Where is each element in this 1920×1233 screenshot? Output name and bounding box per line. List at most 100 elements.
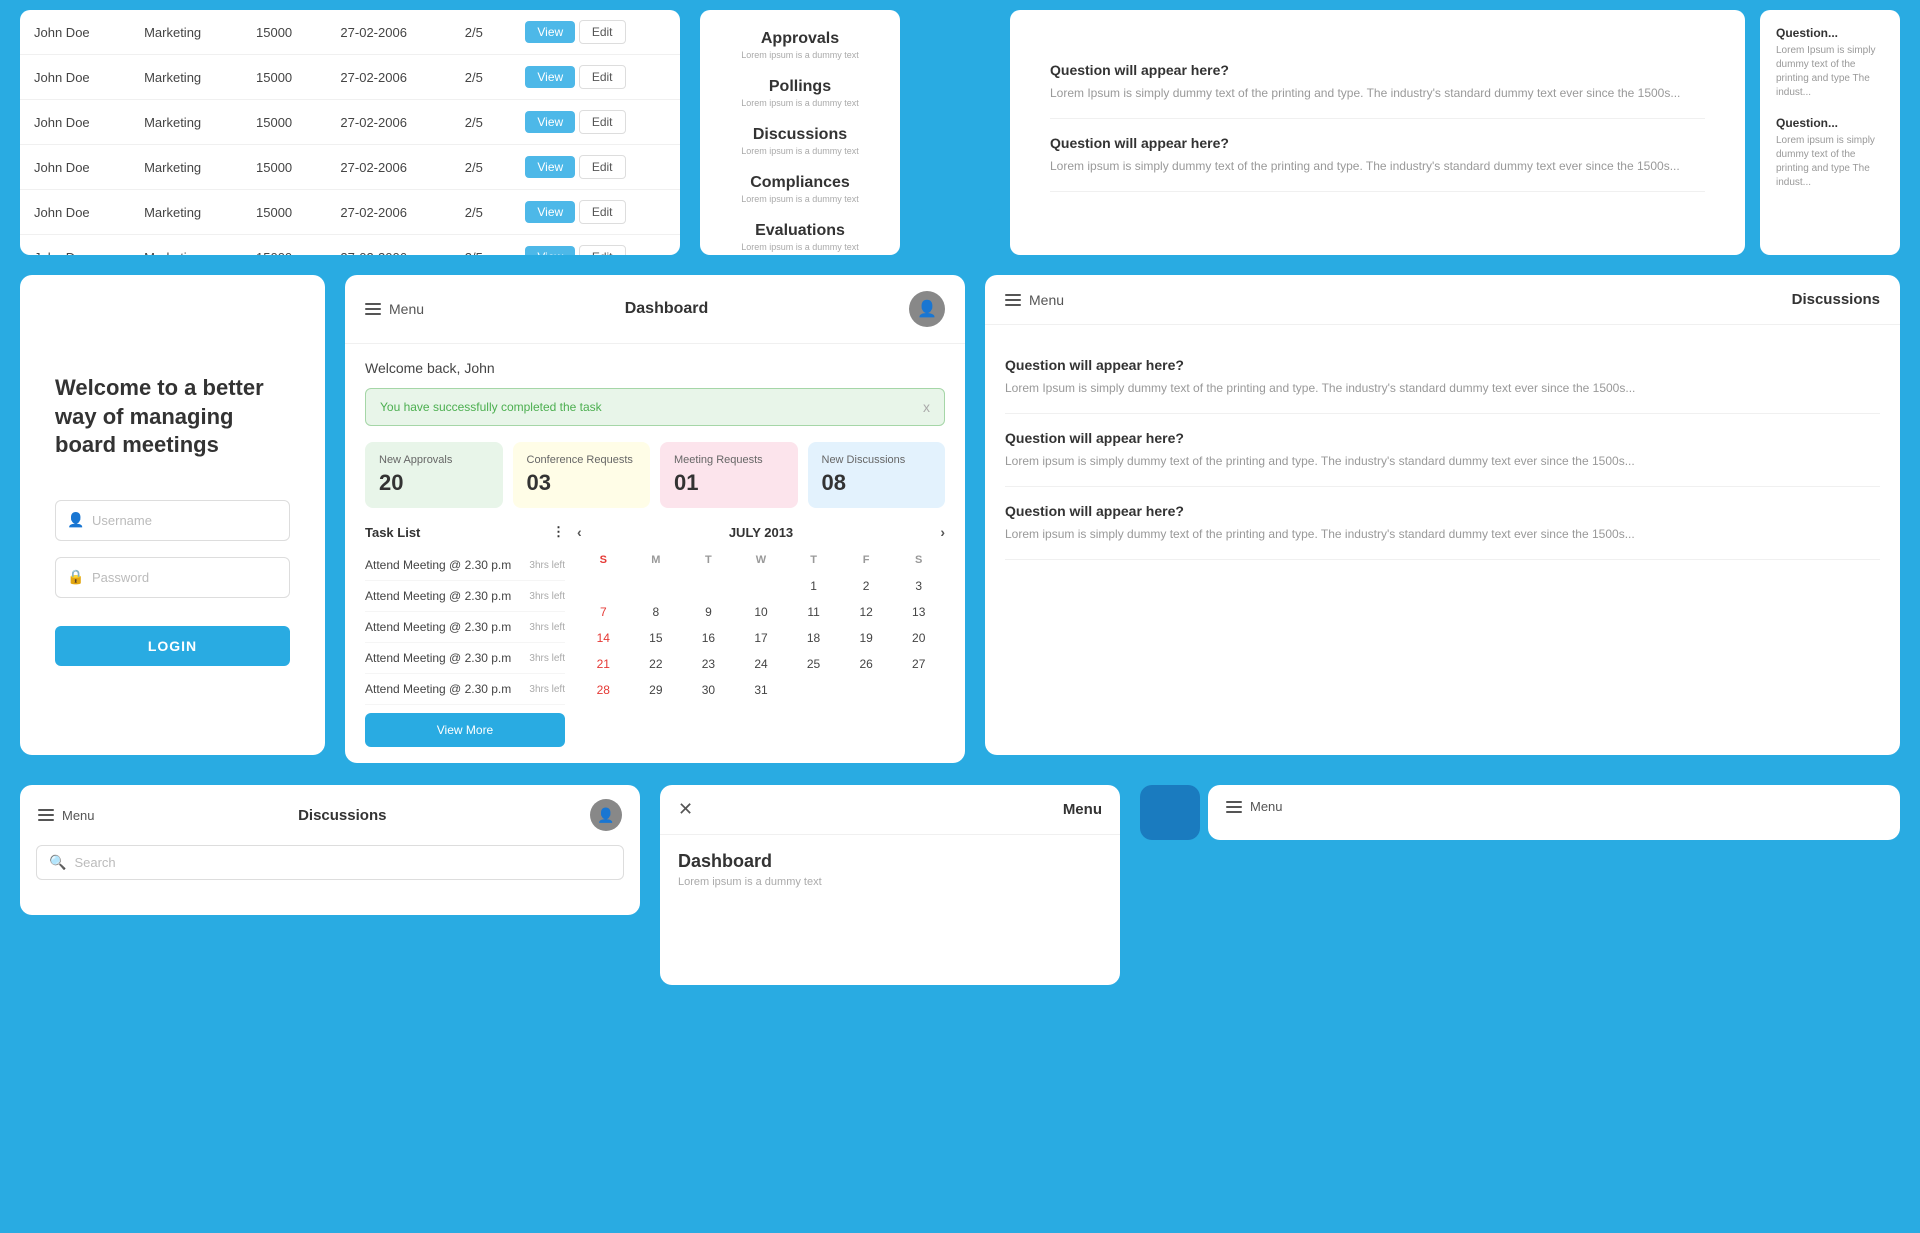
calendar-day-headers: S M T W T F S <box>577 550 945 570</box>
cal-day-31[interactable]: 31 <box>735 678 788 702</box>
menu-item-evaluations[interactable]: Evaluations Lorem ipsum is a dummy text <box>720 222 880 252</box>
cal-day-10[interactable]: 10 <box>735 600 788 624</box>
edit-button[interactable]: Edit <box>579 245 626 255</box>
edit-button[interactable]: Edit <box>579 65 626 89</box>
edit-button[interactable]: Edit <box>579 200 626 224</box>
cal-day-23[interactable]: 23 <box>682 652 735 676</box>
cal-day-17[interactable]: 17 <box>735 626 788 650</box>
view-button[interactable]: View <box>525 66 575 88</box>
cal-day-8[interactable]: 8 <box>630 600 683 624</box>
cal-next-arrow[interactable]: › <box>940 524 945 540</box>
task-cal-row: Task List ⋮ Attend Meeting @ 2.30 p.m 3h… <box>365 524 945 747</box>
stat-discussions-value: 08 <box>822 470 932 496</box>
cell-actions: View Edit <box>511 190 680 235</box>
stat-conference: Conference Requests 03 <box>513 442 651 508</box>
bc3-header: Menu <box>1226 799 1882 814</box>
cal-day-21[interactable]: 21 <box>577 652 630 676</box>
view-more-button[interactable]: View More <box>365 713 565 747</box>
bc2-sub: Lorem ipsum is a dummy text <box>678 876 1102 888</box>
cal-day-22[interactable]: 22 <box>630 652 683 676</box>
bc3-menu[interactable]: Menu <box>1226 799 1283 814</box>
stat-conference-value: 03 <box>527 470 637 496</box>
cal-day-12[interactable]: 12 <box>840 600 893 624</box>
cell-ratio: 2/5 <box>451 190 512 235</box>
cal-prev-arrow[interactable]: ‹ <box>577 524 582 540</box>
edit-button[interactable]: Edit <box>579 155 626 179</box>
cal-day-7[interactable]: 7 <box>577 600 630 624</box>
disc-item-1: Question will appear here? Lorem Ipsum i… <box>1005 341 1880 414</box>
cal-day-18[interactable]: 18 <box>787 626 840 650</box>
table-row: John Doe Marketing 15000 27-02-2006 2/5 … <box>20 145 680 190</box>
task-list-title: Task List <box>365 525 420 540</box>
day-tue: T <box>682 550 735 570</box>
cal-day-24[interactable]: 24 <box>735 652 788 676</box>
bc1-hamburger-icon[interactable] <box>38 809 54 821</box>
bc1-menu[interactable]: Menu <box>38 808 95 823</box>
cal-day-25[interactable]: 25 <box>787 652 840 676</box>
password-input[interactable] <box>55 557 290 598</box>
stat-discussions: New Discussions 08 <box>808 442 946 508</box>
bc3-hamburger-icon[interactable] <box>1226 801 1242 813</box>
task-menu-icon[interactable]: ⋮ <box>552 524 565 540</box>
discussions-body: Question will appear here? Lorem Ipsum i… <box>985 325 1900 576</box>
view-button[interactable]: View <box>525 21 575 43</box>
cal-day-30[interactable]: 30 <box>682 678 735 702</box>
view-button[interactable]: View <box>525 111 575 133</box>
cal-day-14[interactable]: 14 <box>577 626 630 650</box>
cal-day-26[interactable]: 26 <box>840 652 893 676</box>
login-button[interactable]: LOGIN <box>55 626 290 666</box>
cal-day-28[interactable]: 28 <box>577 678 630 702</box>
cal-day-15[interactable]: 15 <box>630 626 683 650</box>
bc3-white-card: Menu <box>1208 785 1900 840</box>
view-button[interactable]: View <box>525 156 575 178</box>
table-row: John Doe Marketing 15000 27-02-2006 2/5 … <box>20 10 680 55</box>
dashboard-header: Menu Dashboard 👤 <box>345 275 965 344</box>
task-name: Attend Meeting @ 2.30 p.m <box>365 682 511 696</box>
cal-day-16[interactable]: 16 <box>682 626 735 650</box>
table-row: John Doe Marketing 15000 27-02-2006 2/5 … <box>20 190 680 235</box>
cal-day-20[interactable]: 20 <box>892 626 945 650</box>
cal-date-3-outline: 3 <box>894 579 943 593</box>
edit-button[interactable]: Edit <box>579 110 626 134</box>
cal-day-1[interactable]: 1 <box>787 574 840 598</box>
search-input[interactable] <box>74 855 611 870</box>
task-list-section: Task List ⋮ Attend Meeting @ 2.30 p.m 3h… <box>365 524 565 747</box>
user-avatar: 👤 <box>909 291 945 327</box>
task-time: 3hrs left <box>529 560 565 571</box>
menu-item-discussions[interactable]: Discussions Lorem ipsum is a dummy text <box>720 126 880 156</box>
bc2-title: Menu <box>1063 801 1102 818</box>
cal-day-27[interactable]: 27 <box>892 652 945 676</box>
hamburger-icon[interactable] <box>365 303 381 315</box>
task-item: Attend Meeting @ 2.30 p.m 3hrs left <box>365 550 565 581</box>
view-button[interactable]: View <box>525 246 575 255</box>
disc-menu[interactable]: Menu <box>1005 292 1064 308</box>
menu-item-approvals[interactable]: Approvals Lorem ipsum is a dummy text <box>720 30 880 60</box>
cell-name: John Doe <box>20 100 130 145</box>
view-button[interactable]: View <box>525 201 575 223</box>
cell-salary: 15000 <box>242 55 326 100</box>
cell-salary: 15000 <box>242 190 326 235</box>
close-banner-button[interactable]: x <box>923 399 930 415</box>
close-button[interactable]: ✕ <box>678 799 693 820</box>
bc1-title: Discussions <box>298 807 386 824</box>
cal-day-3[interactable]: 3 <box>892 574 945 598</box>
mid-section: Welcome to a better way of managing boar… <box>0 265 1920 775</box>
disc-hamburger-icon[interactable] <box>1005 294 1021 306</box>
dashboard-menu[interactable]: Menu <box>365 301 424 317</box>
search-bar[interactable]: 🔍 <box>36 845 624 880</box>
username-input[interactable] <box>55 500 290 541</box>
cell-name: John Doe <box>20 145 130 190</box>
cal-day-13[interactable]: 13 <box>892 600 945 624</box>
cal-day-2[interactable]: 2 <box>840 574 893 598</box>
cal-day-19[interactable]: 19 <box>840 626 893 650</box>
menu-item-pollings[interactable]: Pollings Lorem ipsum is a dummy text <box>720 78 880 108</box>
day-wed: W <box>735 550 788 570</box>
day-mon: M <box>630 550 683 570</box>
menu-item-compliances[interactable]: Compliances Lorem ipsum is a dummy text <box>720 174 880 204</box>
cal-day-9[interactable]: 9 <box>682 600 735 624</box>
cal-day-29[interactable]: 29 <box>630 678 683 702</box>
data-table: John Doe Marketing 15000 27-02-2006 2/5 … <box>20 10 680 255</box>
table-row: John Doe Marketing 15000 27-02-2006 2/5 … <box>20 100 680 145</box>
edit-button[interactable]: Edit <box>579 20 626 44</box>
cal-day-11[interactable]: 11 <box>787 600 840 624</box>
